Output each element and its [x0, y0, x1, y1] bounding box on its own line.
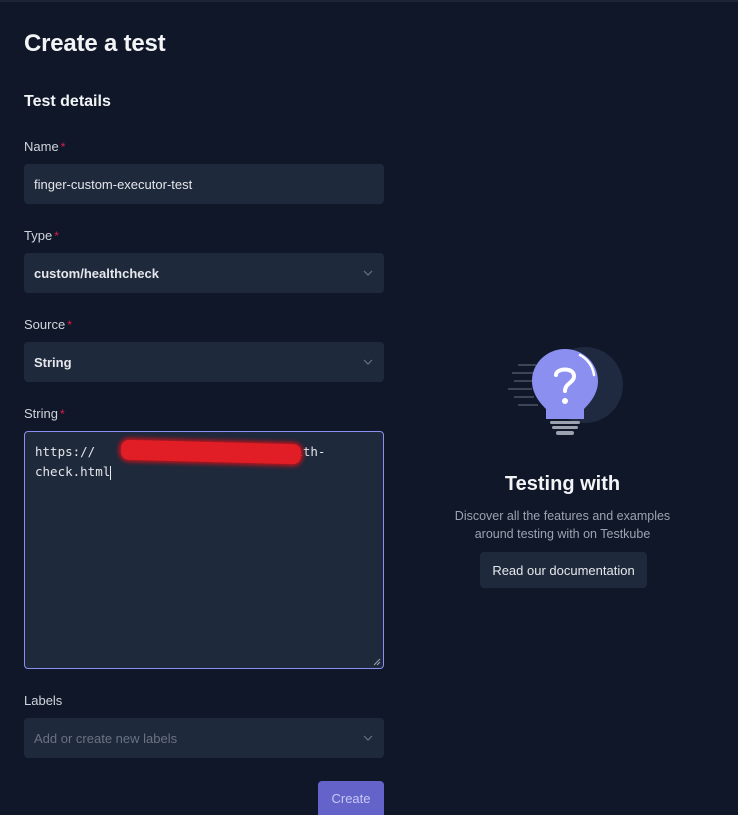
resize-grip-icon[interactable]: [373, 658, 381, 666]
required-marker: *: [54, 229, 59, 243]
string-label-text: String: [24, 406, 58, 421]
page-title: Create a test: [24, 30, 166, 57]
source-label: Source *: [24, 317, 72, 332]
name-input[interactable]: finger-custom-executor-test: [24, 164, 384, 204]
required-marker: *: [59, 407, 65, 421]
chevron-down-icon: [362, 267, 374, 279]
labels-select[interactable]: Add or create new labels: [24, 718, 384, 758]
required-marker: *: [67, 318, 72, 332]
string-label: String *: [24, 406, 65, 421]
chevron-down-icon: [362, 732, 374, 744]
text-cursor: [110, 465, 112, 480]
name-label-text: Name: [24, 139, 59, 154]
source-select[interactable]: String: [24, 342, 384, 382]
type-select[interactable]: custom/healthcheck: [24, 253, 384, 293]
string-textarea[interactable]: https:///health- check.html: [24, 431, 384, 669]
labels-label: Labels: [24, 693, 62, 708]
section-title: Test details: [24, 93, 111, 110]
promo-text-line-2: around testing with on Testkube: [474, 527, 651, 541]
promo-text-line-1: Discover all the features and examples: [454, 509, 671, 523]
labels-placeholder: Add or create new labels: [34, 730, 178, 746]
name-label: Name *: [24, 139, 65, 154]
type-select-value: custom/healthcheck: [34, 265, 159, 281]
promo-description: Discover all the features and examples a…: [430, 507, 695, 543]
string-line-2: check.html: [35, 462, 373, 482]
create-button[interactable]: Create: [318, 781, 384, 815]
top-edge: [0, 0, 738, 2]
type-label-text: Type: [24, 228, 53, 243]
required-marker: *: [60, 140, 66, 154]
string-url-end: check.html: [35, 464, 111, 479]
source-select-value: String: [34, 354, 72, 370]
name-input-value: finger-custom-executor-test: [34, 176, 193, 192]
read-documentation-button[interactable]: Read our documentation: [480, 552, 647, 588]
labels-label-text: Labels: [24, 693, 63, 708]
string-url-prefix: https://: [35, 444, 96, 459]
chevron-down-icon: [362, 356, 374, 368]
promo-title: Testing with: [504, 473, 621, 495]
type-label: Type *: [24, 228, 59, 243]
lightbulb-question-icon: [508, 347, 623, 435]
source-label-text: Source: [24, 317, 66, 332]
